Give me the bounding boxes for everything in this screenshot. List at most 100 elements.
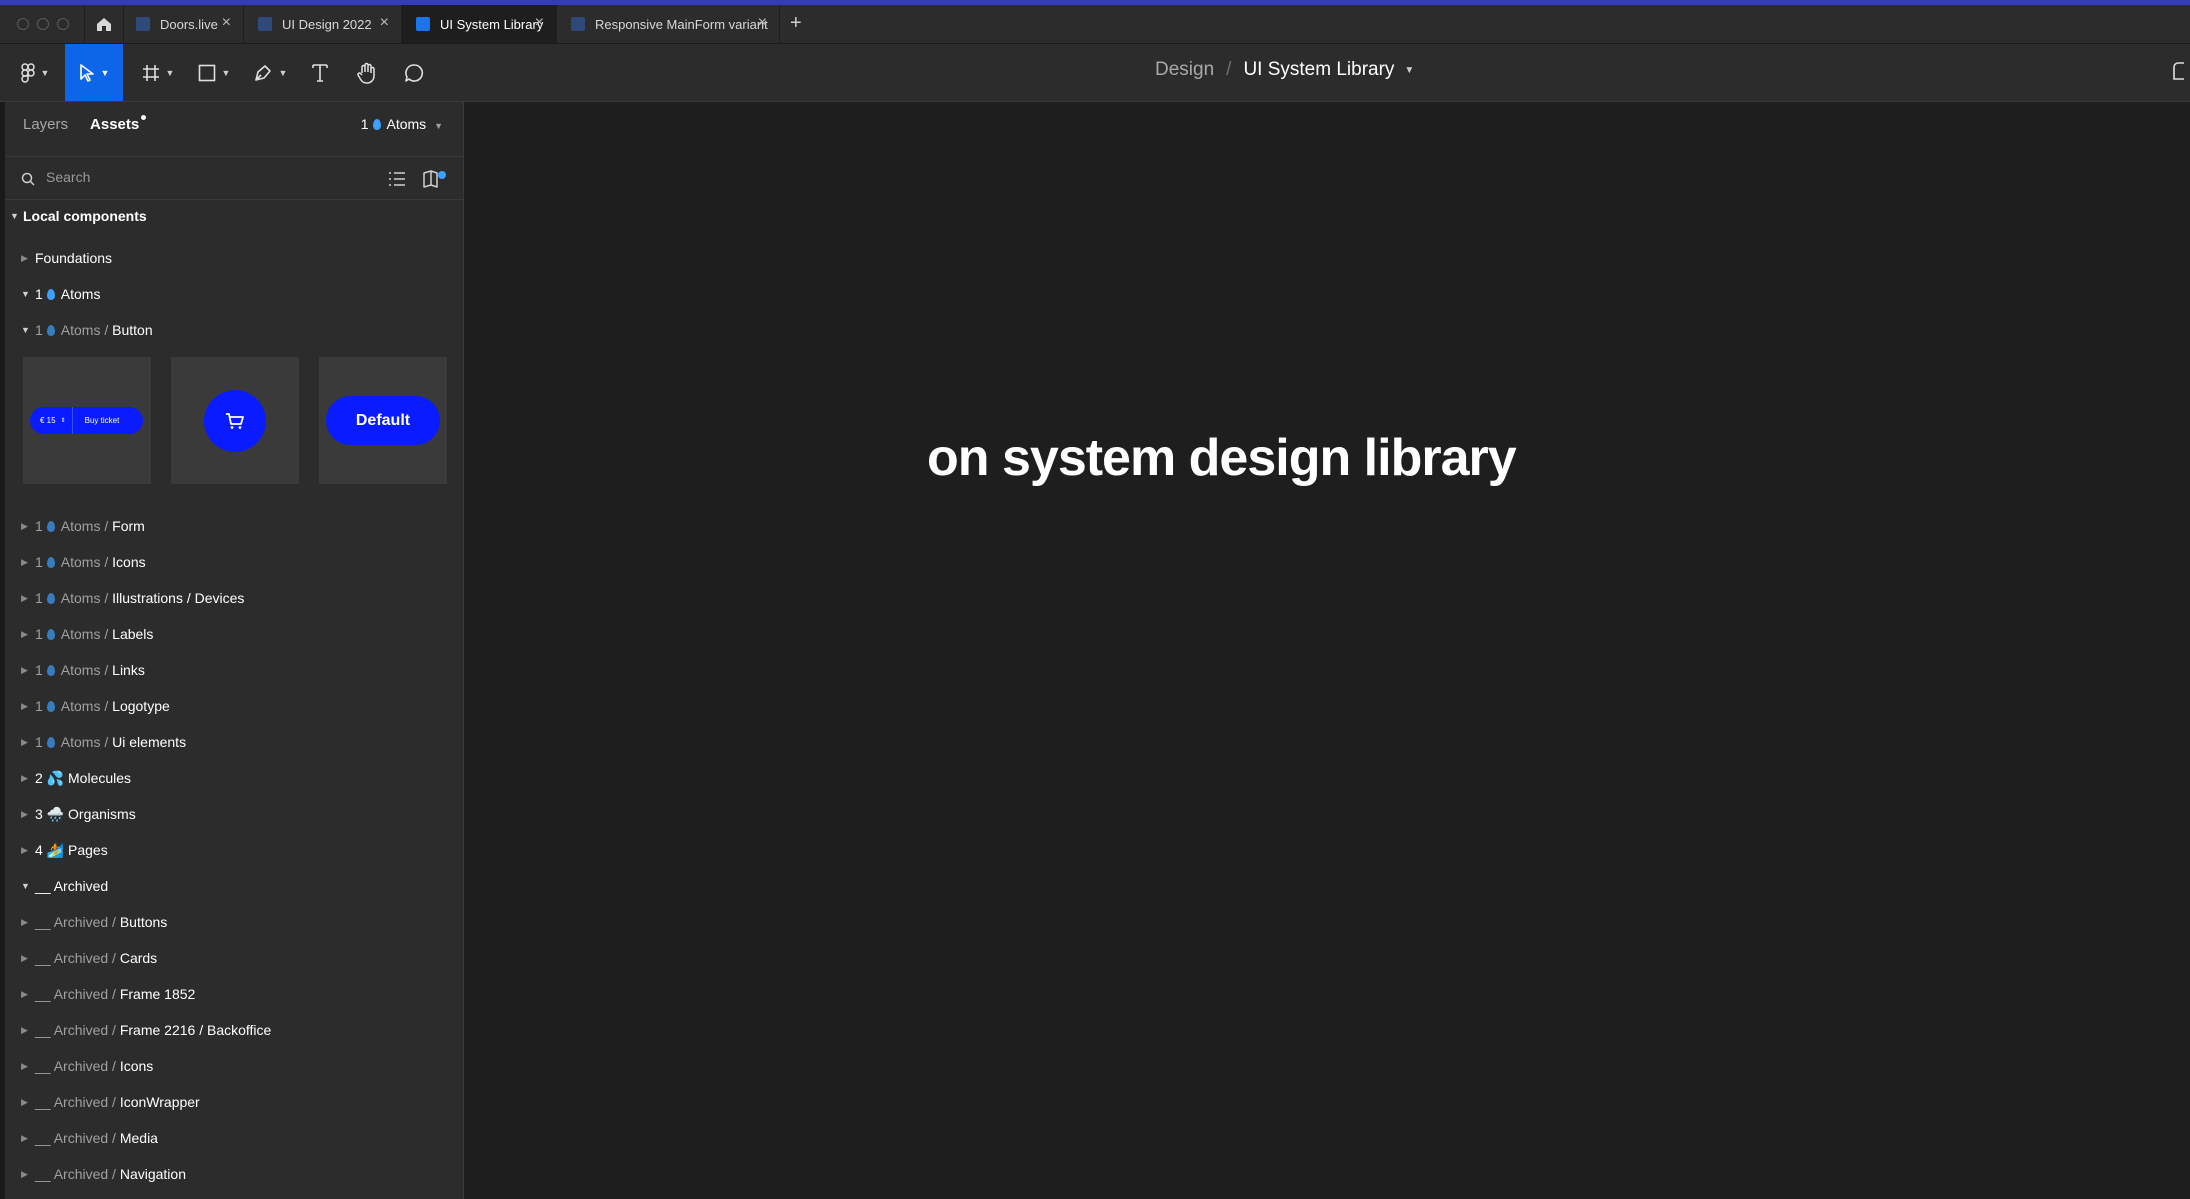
new-tab-icon[interactable]: +	[790, 12, 802, 35]
tree-item-number: 1	[35, 322, 43, 338]
caret-right-icon: ▶	[21, 664, 28, 675]
tree-item[interactable]: ▶ 1 Atoms / Labels	[5, 616, 463, 652]
caret-right-icon: ▶	[21, 700, 28, 711]
tree-item[interactable]: ▶ 1 Atoms / Logotype	[5, 688, 463, 724]
tree-item-parent: __ Archived /	[35, 914, 116, 930]
tab-ui-design-2022[interactable]: UI Design 2022 ×	[244, 5, 402, 43]
caret-right-icon: ▶	[21, 1024, 28, 1035]
library-selector[interactable]: 1 Atoms ▼	[361, 116, 443, 132]
cart-button-preview	[204, 390, 266, 452]
tree-item-foundations[interactable]: ▶ Foundations	[5, 240, 463, 276]
tree-item-parent: Atoms /	[60, 322, 109, 338]
tab-assets[interactable]: Assets	[90, 115, 147, 133]
tree-item[interactable]: ▶ __ Archived / Navigation	[5, 1156, 463, 1192]
tree-item[interactable]: ▶ 1 Atoms / Ui elements	[5, 724, 463, 760]
tree-item-label: Logotype	[112, 698, 170, 714]
droplet-icon	[46, 737, 55, 748]
tree-item[interactable]: ▶ 1 Atoms / Icons	[5, 544, 463, 580]
move-tool-button[interactable]: ▼	[65, 44, 123, 101]
droplet-icon	[46, 325, 55, 336]
tree-item-archived[interactable]: ▼ __ Archived	[5, 868, 463, 904]
tree-item-parent: __ Archived /	[35, 1022, 116, 1038]
file-name[interactable]: UI System Library	[1243, 59, 1394, 81]
window-close-control[interactable]	[17, 18, 29, 30]
main-menu-button[interactable]: ▼	[14, 44, 56, 101]
search-input[interactable]: Search	[46, 169, 90, 185]
canvas[interactable]: on system design library	[464, 102, 2190, 1199]
tree-item-atoms[interactable]: ▼ 1 Atoms	[5, 276, 463, 312]
tree-item[interactable]: ▶ __ Archived / Icons	[5, 1048, 463, 1084]
tree-item-label: Ui elements	[112, 734, 187, 750]
caret-right-icon: ▶	[21, 808, 28, 819]
home-tab[interactable]	[84, 5, 124, 43]
tab-responsive-mainform[interactable]: Responsive MainForm variant ×	[557, 5, 780, 43]
caret-right-icon: ▶	[21, 844, 28, 855]
tree-item[interactable]: ▶ __ Archived / Cards	[5, 940, 463, 976]
tree-item-pages[interactable]: ▶ 4 🏄 Pages	[5, 832, 463, 868]
text-tool-button[interactable]	[305, 44, 335, 101]
chevron-down-icon[interactable]: ▼	[1404, 65, 1414, 76]
tree-item-molecules[interactable]: ▶ 2 💦 Molecules	[5, 760, 463, 796]
rectangle-icon	[198, 64, 215, 81]
tree-item-label: Form	[112, 518, 145, 534]
comment-tool-button[interactable]	[400, 44, 428, 101]
breadcrumb-separator: /	[1226, 59, 1232, 80]
component-thumb-buy-ticket[interactable]: € 15 ⇕ Buy ticket	[23, 357, 151, 484]
tree-item[interactable]: ▶ __ Archived / IconWrapper	[5, 1084, 463, 1120]
tab-bar: Doors.live × UI Design 2022 × UI System …	[0, 5, 2190, 44]
close-icon[interactable]: ×	[535, 14, 544, 32]
hand-icon	[357, 62, 375, 84]
tree-item[interactable]: ▶ 1 Atoms / Illustrations / Devices	[5, 580, 463, 616]
pen-tool-button[interactable]: ▼	[248, 44, 292, 101]
tree-item[interactable]: ▶ __ Archived / Frame 1852	[5, 976, 463, 1012]
frame-tool-button[interactable]: ▼	[135, 44, 181, 101]
tree-item-label: IconWrapper	[119, 1094, 200, 1110]
tree-item[interactable]: ▶ __ Archived / Media	[5, 1120, 463, 1156]
tree-item-number: 1	[35, 286, 43, 302]
hand-tool-button[interactable]	[352, 44, 382, 101]
unsaved-dot	[141, 115, 147, 120]
tree-item-label: Icons	[119, 1058, 154, 1074]
section-title: Local components	[23, 208, 147, 224]
droplet-icon	[46, 629, 55, 640]
tree-item-parent: __ Archived /	[35, 1166, 116, 1182]
caret-right-icon: ▶	[21, 252, 28, 263]
tab-label: Doors.live	[160, 16, 218, 32]
close-icon[interactable]: ×	[758, 14, 767, 32]
canvas-frame-title[interactable]: on system design library	[927, 428, 1927, 488]
window-zoom-control[interactable]	[57, 18, 69, 30]
tree-item[interactable]: ▶ 1 Atoms / Form	[5, 508, 463, 544]
window-minimize-control[interactable]	[37, 18, 49, 30]
left-panel: Layers Assets 1 Atoms ▼ Search ▼ Local co…	[5, 102, 464, 1199]
tree-item-number: 1	[35, 698, 43, 714]
share-icon[interactable]	[2172, 61, 2186, 83]
breadcrumb: Design / UI System Library ▼	[1155, 59, 1414, 81]
team-library-icon[interactable]	[423, 170, 447, 188]
tab-ui-system-library[interactable]: UI System Library ×	[402, 5, 557, 43]
tree-item-number: 1	[35, 518, 43, 534]
caret-right-icon: ▶	[21, 592, 28, 603]
tree-item-label: Icons	[112, 554, 146, 570]
tree-item[interactable]: ▶ __ Archived / Frame 2216 / Backoffice	[5, 1012, 463, 1048]
assets-search[interactable]: Search	[5, 156, 463, 200]
list-view-icon[interactable]	[388, 171, 406, 187]
tree-item-atoms-button[interactable]: ▼ 1 Atoms / Button	[5, 312, 463, 348]
tab-layers[interactable]: Layers	[23, 116, 68, 133]
tree-item-parent: __ Archived /	[35, 950, 116, 966]
breadcrumb-project[interactable]: Design	[1155, 59, 1214, 81]
tab-doors-live[interactable]: Doors.live ×	[122, 5, 244, 43]
tree-item-number: 4	[35, 841, 43, 858]
tree-item-organisms[interactable]: ▶ 3 🌧️ Organisms	[5, 796, 463, 832]
component-thumb-default[interactable]: Default	[319, 357, 447, 484]
tree-item-label: Foundations	[35, 250, 113, 266]
cart-icon	[226, 413, 244, 429]
section-local-components[interactable]: ▼ Local components	[5, 198, 463, 234]
shape-tool-button[interactable]: ▼	[193, 44, 235, 101]
close-icon[interactable]: ×	[380, 14, 389, 32]
tree-item-number: 1	[35, 554, 43, 570]
tree-item[interactable]: ▶ 1 Atoms / Links	[5, 652, 463, 688]
close-icon[interactable]: ×	[222, 14, 231, 32]
caret-down-icon: ▼	[21, 881, 30, 891]
component-thumb-cart[interactable]	[171, 357, 299, 484]
tree-item[interactable]: ▶ __ Archived / Buttons	[5, 904, 463, 940]
